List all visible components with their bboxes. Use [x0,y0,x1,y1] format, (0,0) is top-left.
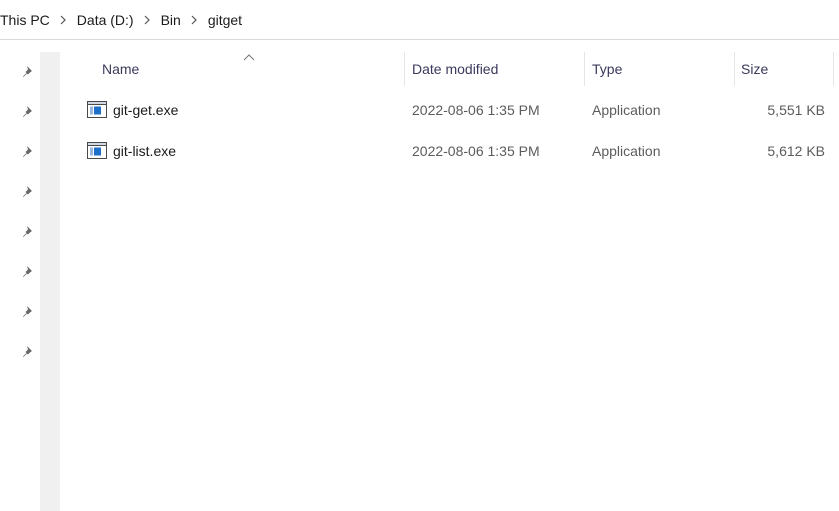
breadcrumb-data-drive[interactable]: Data (D:) [77,12,134,28]
file-type: Application [592,143,661,159]
pin-icon[interactable] [21,105,35,119]
column-header-name[interactable]: Name [102,52,404,86]
column-divider[interactable] [584,52,585,86]
column-divider[interactable] [404,52,405,86]
pin-icon[interactable] [21,145,35,159]
quick-access-pins [0,52,40,511]
file-row[interactable]: git-list.exe 2022-08-06 1:35 PM Applicat… [84,136,834,166]
column-divider[interactable] [833,52,834,86]
file-date-modified: 2022-08-06 1:35 PM [412,143,540,159]
chevron-right-icon[interactable] [134,15,161,25]
breadcrumb-bin[interactable]: Bin [161,12,181,28]
column-header-date-modified-label: Date modified [412,61,499,77]
pin-icon[interactable] [21,225,35,239]
column-header-size-label: Size [741,61,769,77]
column-header-date-modified[interactable]: Date modified [412,52,584,86]
file-name: git-get.exe [113,102,179,118]
pin-icon[interactable] [21,345,35,359]
navigation-pane-scrollbar[interactable] [40,52,60,511]
file-row[interactable]: git-get.exe 2022-08-06 1:35 PM Applicati… [84,95,834,125]
pin-icon[interactable] [21,185,35,199]
column-header-name-label: Name [102,61,140,77]
file-size: 5,551 KB [767,102,825,118]
chevron-right-icon[interactable] [181,15,208,25]
file-name-cell[interactable]: git-get.exe [87,95,178,125]
file-size: 5,612 KB [767,143,825,159]
column-header-type-label: Type [592,61,623,77]
file-type: Application [592,102,661,118]
application-icon [87,142,107,160]
breadcrumb: This PC Data (D:) Bin gitget [0,0,839,40]
column-divider[interactable] [734,52,735,86]
chevron-right-icon[interactable] [50,15,77,25]
breadcrumb-gitget[interactable]: gitget [208,12,242,28]
column-header-size[interactable]: Size [741,52,833,86]
application-icon [87,101,107,119]
column-header-type[interactable]: Type [592,52,734,86]
pin-icon[interactable] [21,305,35,319]
pin-icon[interactable] [21,65,35,79]
pin-icon[interactable] [21,265,35,279]
file-name: git-list.exe [113,143,177,159]
file-name-cell[interactable]: git-list.exe [87,136,176,166]
breadcrumb-this-pc[interactable]: This PC [0,12,50,28]
file-date-modified: 2022-08-06 1:35 PM [412,102,540,118]
